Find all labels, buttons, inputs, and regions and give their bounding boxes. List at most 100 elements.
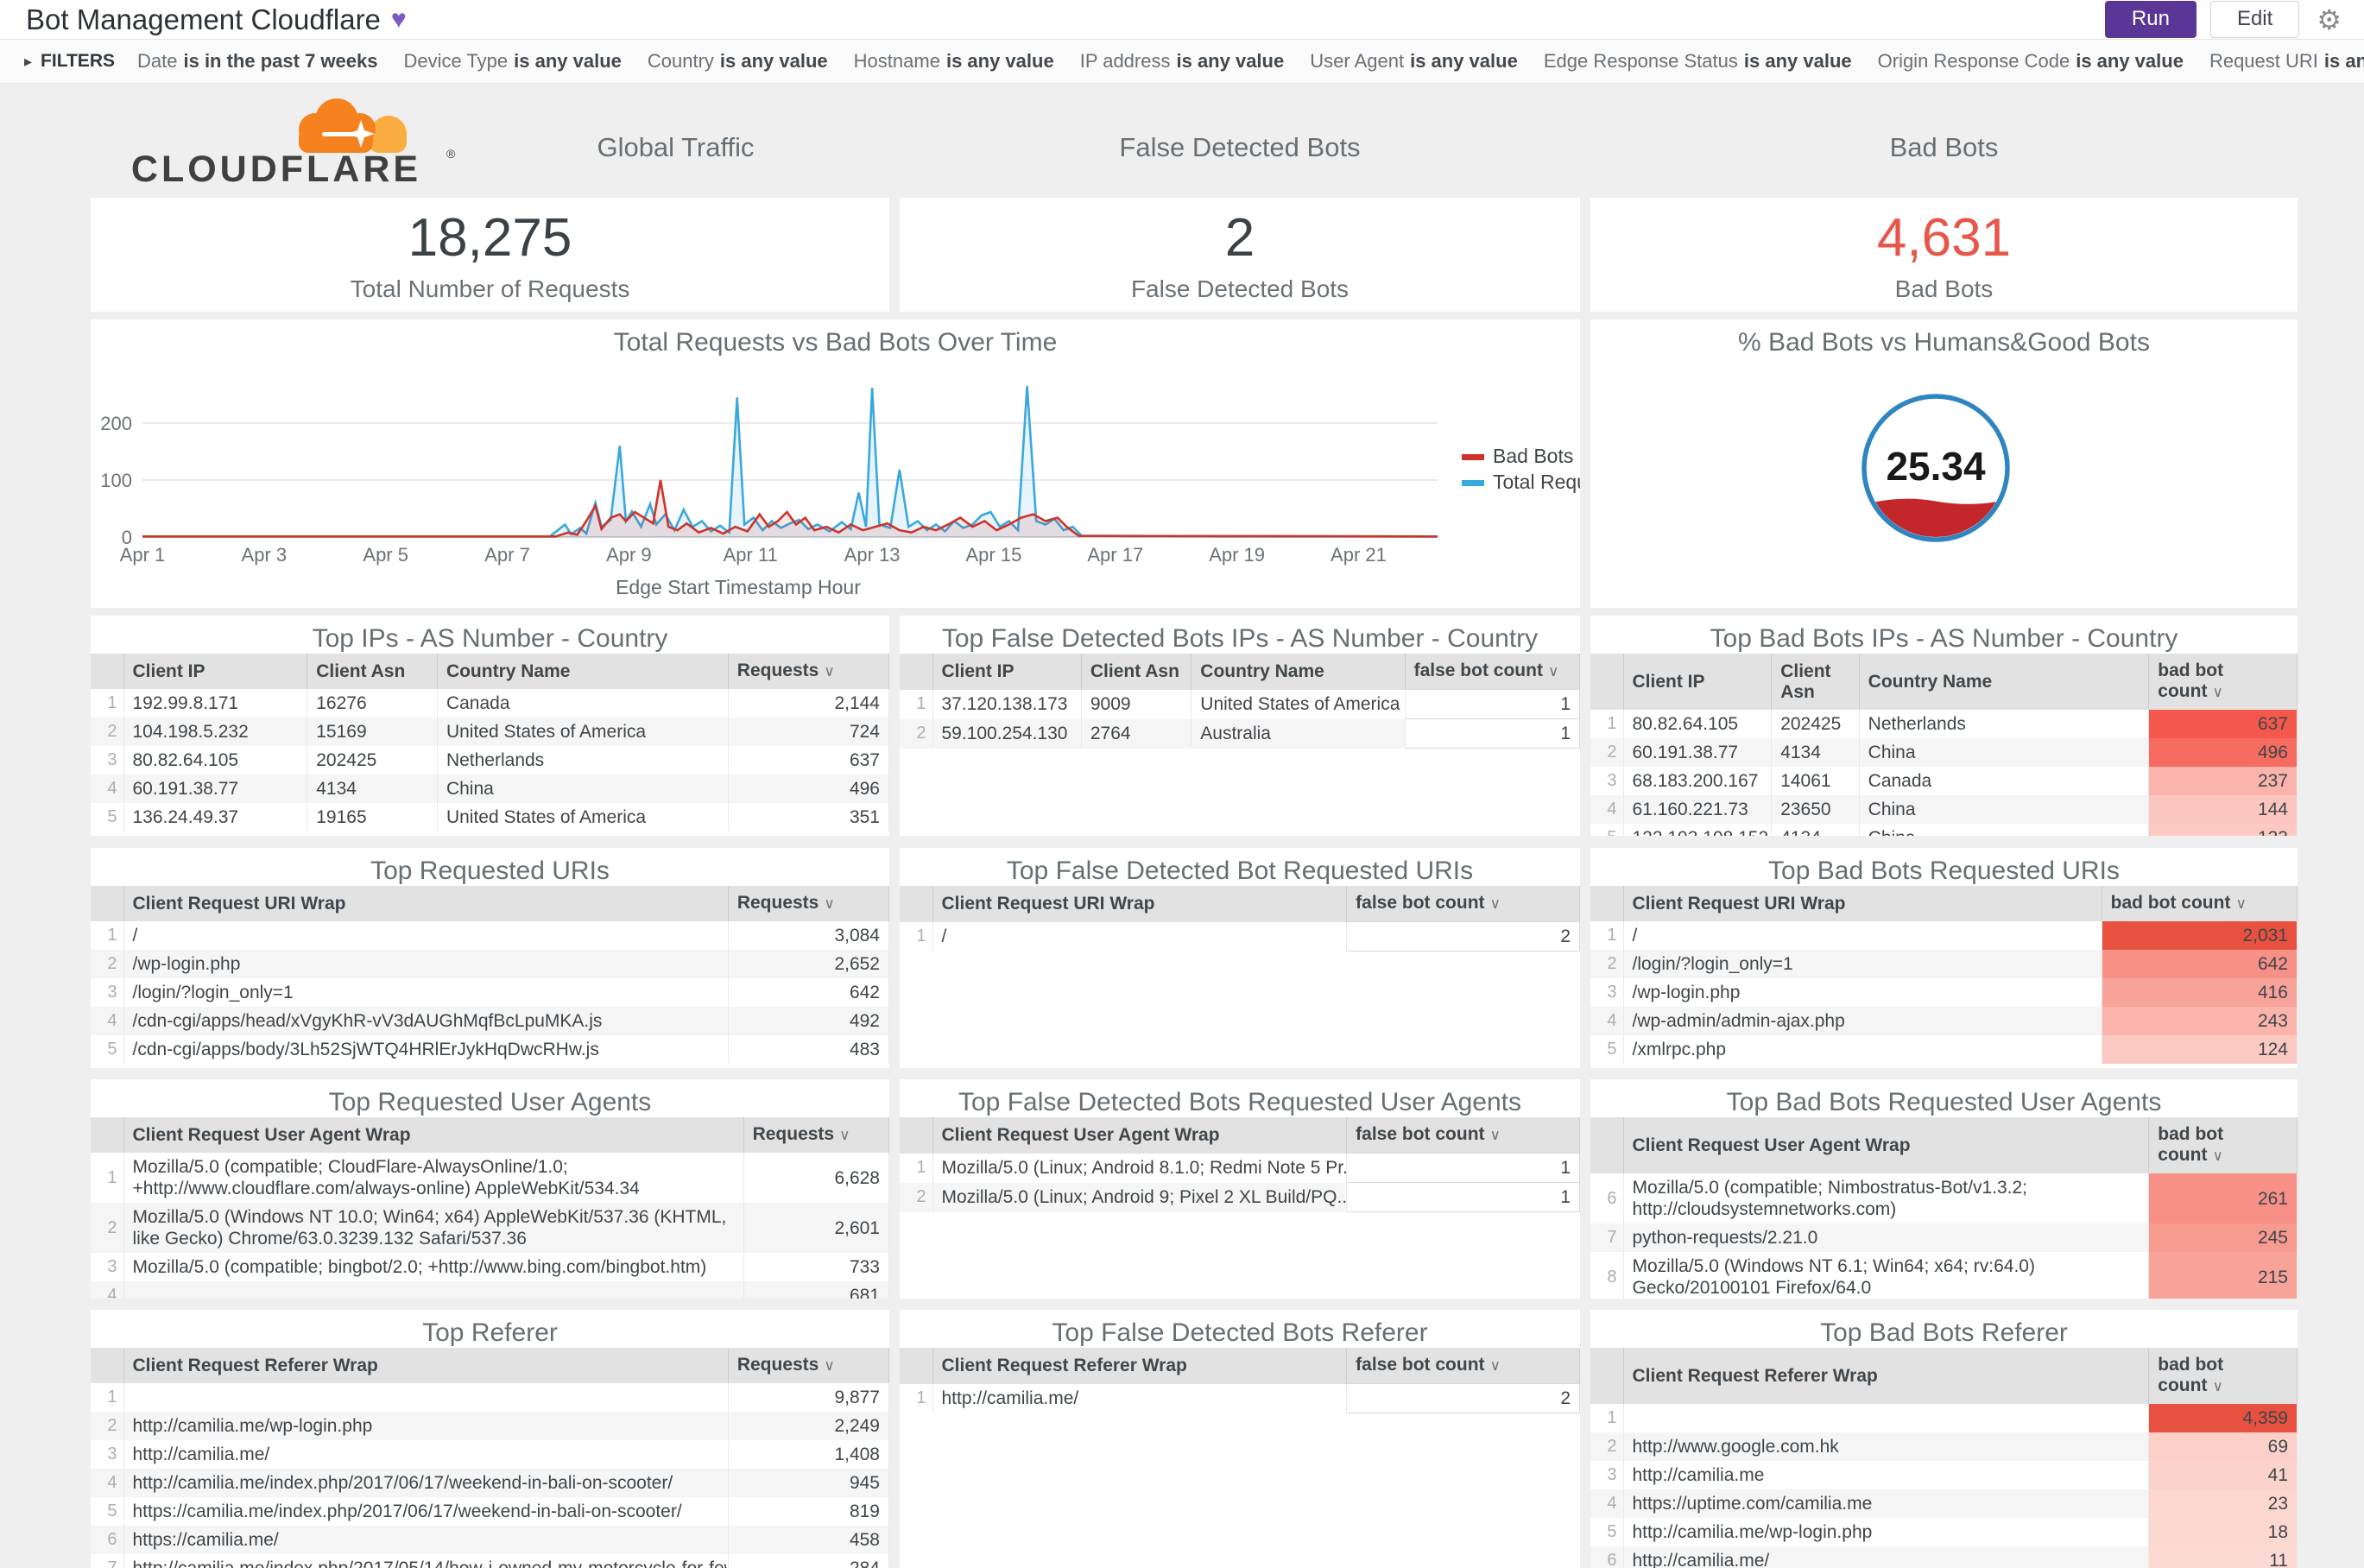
table-top-ips[interactable]: Client IP Client Asn Country Name Requests ∨… [91,654,889,831]
cell: /login/?login_only=1 [1623,950,2102,978]
table-top-false-bot-referer[interactable]: Client Request Referer Wrap false bot cou… [900,1348,1580,1413]
filter-item[interactable]: Country is any value [648,50,828,72]
tile-top-ips: Top IPs - AS Number - Country Client IP C… [91,616,889,836]
cell: http://camilia.me/index.php/2017/06/17/w… [123,1469,729,1497]
tile-top-false-bot-uris: Top False Detected Bot Requested URIs Cl… [900,848,1580,1068]
column-header[interactable]: Client Request URI Wrap [1623,886,2102,921]
table-row: 1 http://camilia.me/2 [900,1383,1580,1413]
column-header[interactable]: Client Request User Agent Wrap [932,1117,1348,1154]
table-top-user-agents[interactable]: Client Request User Agent Wrap Requests ∨ 1… [91,1117,889,1299]
cell: 2,249 [728,1412,889,1440]
cell: 733 [743,1253,889,1281]
column-header[interactable]: Client IP [932,654,1082,690]
run-button[interactable]: Run [2104,1,2196,38]
gauge-value: 25.34 [1886,444,1986,489]
column-header[interactable]: Client Asn [307,654,438,689]
cell: 2 [1346,921,1580,952]
column-header[interactable]: Client IP [123,654,308,689]
band-right: Bad Bots [1590,84,2298,194]
column-header[interactable]: Client Request URI Wrap [123,886,729,921]
column-header[interactable]: Client Request Referer Wrap [1623,1348,2150,1404]
table-row: 4 http://camilia.me/index.php/2017/06/17/… [91,1469,889,1497]
table-title: Top Requested URIs [370,857,610,885]
sort-arrow-icon: ∨ [824,1357,835,1374]
column-header[interactable]: Client Asn [1081,654,1192,690]
table-title: Top Bad Bots Requested User Agents [1726,1088,2162,1116]
table-row: 4 681 [91,1281,889,1299]
table-top-bad-bot-referer[interactable]: Client Request Referer Wrap bad bot count… [1590,1348,2298,1568]
column-header[interactable]: false bot count ∨ [1346,1348,1580,1384]
column-header[interactable]: Country Name [437,654,729,689]
table-row: 3 http://camilia.me 41 [1590,1461,2298,1489]
column-header[interactable]: Country Name [1859,654,2150,710]
column-header[interactable]: false bot count ∨ [1346,1117,1580,1154]
band-middle: False Detected Bots [900,84,1580,194]
column-header[interactable]: bad bot count ∨ [2102,886,2298,921]
filters-expand-icon[interactable]: ▸ [24,53,32,71]
svg-text:Apr 17: Apr 17 [1087,544,1143,566]
column-header[interactable]: Client Request Referer Wrap [932,1348,1348,1384]
column-header[interactable]: bad bot count ∨ [2148,654,2298,710]
table-row: 4 60.191.38.77 4134 China 496 [91,775,889,803]
svg-text:Apr 13: Apr 13 [844,544,901,566]
filters-label[interactable]: FILTERS [41,51,115,72]
section-header-band: CLOUDFLARE ® Global Traffic False Detect… [91,84,2364,194]
table-row: 7 python-requests/2.21.0 245 [1590,1223,2298,1252]
filter-item[interactable]: IP address is any value [1080,50,1285,72]
column-header[interactable]: Requests ∨ [728,1348,889,1383]
tile-top-bad-bot-referer: Top Bad Bots Referer Client Request Refe… [1590,1310,2298,1568]
table-top-uris[interactable]: Client Request URI Wrap Requests ∨ 1/3,084 2… [91,886,889,1064]
section-title-global-traffic: Global Traffic [597,132,755,162]
svg-text:Apr 5: Apr 5 [363,544,408,566]
column-header[interactable]: Requests ∨ [743,1117,889,1153]
cell: 945 [728,1469,889,1497]
table-top-bad-bot-ips[interactable]: Client IP Client Asn Country Name bad bot c… [1590,654,2298,836]
column-header[interactable]: Client Request Referer Wrap [123,1348,729,1383]
edit-button[interactable]: Edit [2209,1,2300,38]
column-header[interactable]: Client Request URI Wrap [932,886,1348,922]
table-row: 4/cdn-cgi/apps/head/xVgyKhR-vV3dAUGhMqfB… [91,1007,889,1035]
table-row: 3 http://camilia.me/1,408 [91,1440,889,1469]
filter-item[interactable]: Hostname is any value [854,50,1054,72]
table-row: 4 https://uptime.com/camilia.me 23 [1590,1489,2298,1518]
filter-item[interactable]: Origin Response Code is any value [1878,50,2184,72]
svg-text:Edge Start Timestamp Hour: Edge Start Timestamp Hour [616,576,861,598]
cell: 23650 [1771,795,1860,824]
table-top-false-bot-uris[interactable]: Client Request URI Wrap false bot count ∨ 1… [900,886,1580,952]
cell: 59.100.254.130 [932,718,1082,749]
column-header[interactable]: false bot count ∨ [1346,886,1580,922]
column-header[interactable]: false bot count ∨ [1405,654,1580,690]
sort-arrow-icon: ∨ [1489,1127,1501,1143]
table-top-referer[interactable]: Client Request Referer Wrap Requests ∨ 1 9,8… [91,1348,889,1568]
filter-item[interactable]: Date is in the past 7 weeks [137,50,377,72]
column-header[interactable]: bad bot count ∨ [2148,1117,2298,1173]
filter-item[interactable]: Request URIis any value [2209,50,2364,72]
table-top-false-bot-ips[interactable]: Client IP Client Asn Country Name false bot… [900,654,1580,749]
table-top-bad-bot-uris[interactable]: Client Request URI Wrap bad bot count ∨ 1/2… [1590,886,2298,1064]
svg-text:Bad Bots: Bad Bots [1493,445,1573,467]
table-row: 2 Mozilla/5.0 (Windows NT 10.0; Win64; x6… [91,1203,889,1253]
cell: 133 [2148,824,2298,836]
table-title: Top IPs - AS Number - Country [312,624,668,653]
column-header[interactable]: Client Request User Agent Wrap [123,1117,744,1153]
tile-top-false-bot-referer: Top False Detected Bots Referer Client R… [900,1310,1580,1568]
cell: 1 [1346,1153,1580,1183]
table-title: Top False Detected Bots Referer [1052,1318,1428,1347]
column-header[interactable]: Country Name [1191,654,1406,690]
column-header[interactable]: bad bot count ∨ [2148,1348,2298,1404]
column-header[interactable]: Client Request User Agent Wrap [1623,1117,2150,1173]
gear-icon[interactable]: ⚙ [2317,3,2342,36]
table-top-false-bot-user-agents[interactable]: Client Request User Agent Wrap false bot … [900,1117,1580,1212]
filter-item[interactable]: Edge Response Status is any value [1544,50,1852,72]
total-vs-badbots-line-chart[interactable]: 0100200Apr 1 Apr 3 Apr 5 Apr 7 Apr 9 Apr 11 Ap… [91,357,1580,603]
filter-item[interactable]: Device Type is any value [403,50,621,72]
table-row: 5 http://camilia.me/wp-login.php 18 [1590,1518,2298,1546]
table-title: Top False Detected Bot Requested URIs [1006,857,1474,885]
column-header[interactable]: Client IP [1623,654,1773,710]
filter-item[interactable]: User Agent is any value [1310,50,1518,72]
table-top-bad-bot-user-agents[interactable]: Client Request User Agent Wrap bad bot co… [1590,1117,2298,1299]
column-header[interactable]: Requests ∨ [728,654,889,689]
column-header[interactable]: Requests ∨ [728,886,889,921]
column-header[interactable]: Client Asn [1771,654,1860,710]
cell: 2 [1346,1383,1580,1413]
